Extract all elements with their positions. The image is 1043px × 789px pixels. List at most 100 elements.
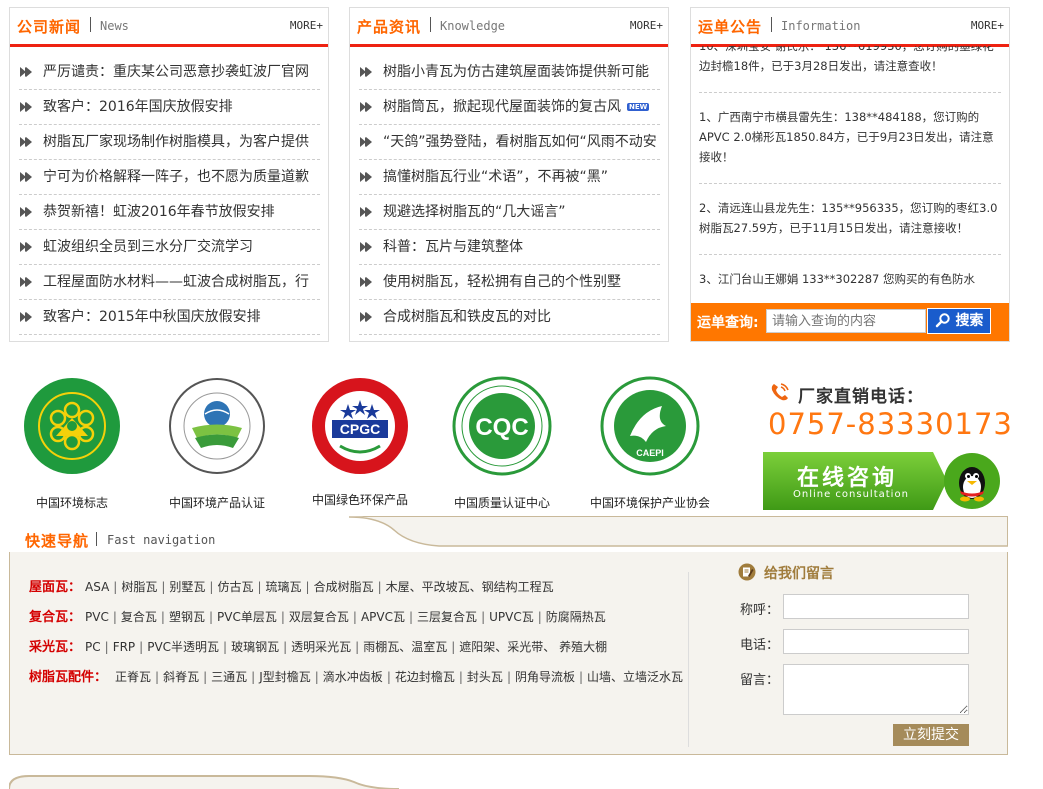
nav-link[interactable]: 遮阳架、采光带、 养殖大棚 [459, 640, 607, 654]
news-item[interactable]: 规避选择树脂瓦的“几大谣言” [359, 195, 660, 230]
nav-link[interactable]: FRP [113, 640, 135, 654]
phone-icon [771, 383, 789, 401]
news-item[interactable]: 树脂瓦厂家现场制作树脂模具，为客户提供 [19, 125, 320, 160]
product-news-more-link[interactable]: MORE+ [630, 19, 663, 32]
cert-cqc: CQC 中国质量认证中心 [442, 376, 562, 511]
news-item-title: 合成树脂瓦和铁皮瓦的对比 [383, 309, 551, 325]
news-item[interactable]: 致客户：2015年中秋国庆放假安排 [19, 300, 320, 335]
svg-text:CQC: CQC [475, 414, 528, 441]
search-button-label: 搜索 [955, 313, 984, 329]
nav-link[interactable]: J型封檐瓦 [259, 670, 311, 684]
content-label: 留言： [740, 673, 780, 688]
arrow-icon [26, 312, 32, 322]
online-consultation-button[interactable]: 在线咨询 Online consultation [763, 452, 1001, 510]
arrow-icon [366, 102, 372, 112]
arrow-icon [366, 137, 372, 147]
nav-link[interactable]: 封头瓦 [467, 670, 503, 684]
product-news-panel: 产品资讯 Knowledge MORE+ 树脂小青瓦为仿古建筑屋面装饰提供新可能… [349, 7, 669, 342]
nav-link[interactable]: 透明采光瓦 [291, 640, 351, 654]
news-item[interactable]: 科普：瓦片与建筑整体 [359, 230, 660, 265]
nav-link[interactable]: UPVC瓦 [489, 610, 534, 624]
submit-button[interactable]: 立刻提交 [893, 724, 969, 746]
news-item-title: 树脂筒瓦，掀起现代屋面装饰的复古风 [383, 99, 621, 115]
news-item[interactable]: 严厉谴责：重庆某公司恶意抄袭虹波厂官网 [19, 55, 320, 90]
nav-link[interactable]: PVC单层瓦 [217, 610, 277, 624]
nav-link[interactable]: 树脂瓦 [121, 580, 157, 594]
name-input[interactable] [783, 594, 969, 619]
arrow-icon [26, 277, 32, 287]
news-item[interactable]: “天鸽”强势登陆，看树脂瓦如何“风雨不动安 [359, 125, 660, 160]
nav-link[interactable]: 玻璃钢瓦 [231, 640, 279, 654]
news-item[interactable]: 工程屋面防水材料——虹波合成树脂瓦，行 [19, 265, 320, 300]
nav-link[interactable]: 琉璃瓦 [266, 580, 302, 594]
arrow-icon [26, 172, 32, 182]
nav-link[interactable]: 雨棚瓦、温室瓦 [363, 640, 447, 654]
nav-link[interactable]: 花边封檐瓦 [395, 670, 455, 684]
company-news-more-link[interactable]: MORE+ [290, 19, 323, 32]
news-item[interactable]: 树脂小青瓦为仿古建筑屋面装饰提供新可能 [359, 55, 660, 90]
nav-link[interactable]: 复合瓦 [121, 610, 157, 624]
nav-link[interactable]: 防腐隔热瓦 [546, 610, 606, 624]
company-news-header: 公司新闻 News MORE+ [10, 8, 328, 47]
nav-link[interactable]: 滴水冲齿板 [323, 670, 383, 684]
news-item[interactable]: 合成树脂瓦和铁皮瓦的对比 [359, 300, 660, 335]
svg-text:CPGC: CPGC [340, 421, 380, 437]
nav-link[interactable]: 三通瓦 [211, 670, 247, 684]
nav-row-accessories: 树脂瓦配件： 正脊瓦 | 斜脊瓦 | 三通瓦 | J型封檐瓦 | 滴水冲齿板 | 花边封檐瓦 | 封头瓦 |… [29, 666, 683, 685]
nav-link[interactable]: 双层复合瓦 [289, 610, 349, 624]
name-label: 称呼： [740, 603, 780, 618]
china-environmental-labelling-logo [24, 378, 120, 474]
notices-more-link[interactable]: MORE+ [971, 19, 1004, 32]
message-textarea[interactable] [783, 664, 969, 715]
separator: | [537, 610, 542, 624]
nav-link[interactable]: 仿古瓦 [217, 580, 253, 594]
separator: | [280, 610, 285, 624]
nav-link[interactable]: 合成树脂瓦 [314, 580, 374, 594]
news-item[interactable]: 搞懂树脂瓦行业“术语”，不再被“黑” [359, 160, 660, 195]
query-input[interactable] [766, 309, 926, 333]
nav-link[interactable]: 别墅瓦 [169, 580, 205, 594]
nav-link[interactable]: 木屋、平改坡瓦、钢结构工程瓦 [386, 580, 554, 594]
news-item[interactable]: 虹波组织全员到三水分厂交流学习 [19, 230, 320, 265]
news-item-title: 工程屋面防水材料——虹波合成树脂瓦，行 [43, 274, 309, 290]
next-section-header-shape [9, 775, 400, 789]
notices-scroller[interactable]: 10、深圳宝安 谢氏乐： 136**619930，您订购的墨绿花边封檐18件，已… [699, 46, 1001, 303]
nav-link[interactable]: 山墙、立墙泛水瓦 [587, 670, 683, 684]
nav-link[interactable]: 正脊瓦 [115, 670, 151, 684]
nav-link[interactable]: 阴角导流板 [515, 670, 575, 684]
nav-link[interactable]: APVC瓦 [361, 610, 405, 624]
fast-nav-title: 快速导航 [25, 532, 90, 550]
phone-input[interactable] [783, 629, 969, 654]
separator: | [251, 670, 256, 684]
news-item[interactable]: 恭贺新禧！虹波2016年春节放假安排 [19, 195, 320, 230]
news-item-title: 搞懂树脂瓦行业“术语”，不再被“黑” [383, 169, 609, 185]
nav-link[interactable]: PVC [85, 610, 109, 624]
hotline-number: 0757-83330173 [768, 407, 1013, 441]
cert-label: 中国环境标志 [35, 496, 108, 510]
nav-category[interactable]: 复合瓦： [29, 610, 81, 625]
nav-row-composite-tiles: 复合瓦： PVC | 复合瓦 | 塑钢瓦 | PVC单层瓦 | 双层复合瓦 | APVC瓦 | 三层复合瓦… [29, 606, 606, 625]
nav-link[interactable]: 三层复合瓦 [417, 610, 477, 624]
news-item[interactable]: 致客户：2016年国庆放假安排 [19, 90, 320, 125]
qq-penguin-icon [944, 453, 1000, 509]
search-button[interactable]: 搜索 [927, 308, 991, 334]
arrow-icon [26, 242, 32, 252]
fast-navigation-panel: 快速导航 Fast navigation 屋面瓦： ASA | 树脂瓦 | 别墅瓦 | 仿古瓦… [9, 516, 1008, 755]
separator: | [208, 610, 214, 624]
nav-category[interactable]: 树脂瓦配件： [29, 670, 107, 685]
nav-category[interactable]: 屋面瓦： [29, 580, 81, 595]
notice-item: 1、广西南宁市横县雷先生：138**484188，您订购的APVC 2.0梯形瓦… [699, 93, 1001, 184]
separator: | [314, 670, 319, 684]
news-item[interactable]: 使用树脂瓦，轻松拥有自己的个性别墅 [359, 265, 660, 300]
nav-category[interactable]: 采光瓦： [29, 640, 81, 655]
nav-link[interactable]: 斜脊瓦 [163, 670, 199, 684]
nav-link[interactable]: 塑钢瓦 [169, 610, 205, 624]
separator: | [113, 580, 118, 594]
nav-link[interactable]: PC [85, 640, 101, 654]
nav-link[interactable]: PVC半透明瓦 [147, 640, 219, 654]
news-item[interactable]: 树脂筒瓦，掀起现代屋面装饰的复古风 NEW [359, 90, 660, 125]
message-title: 给我们留言 [764, 566, 834, 582]
news-item-title: “天鸽”强势登陆，看树脂瓦如何“风雨不动安 [383, 134, 657, 150]
nav-link[interactable]: ASA [85, 580, 109, 594]
news-item[interactable]: 宁可为价格解释一阵子，也不愿为质量道歉 [19, 160, 320, 195]
